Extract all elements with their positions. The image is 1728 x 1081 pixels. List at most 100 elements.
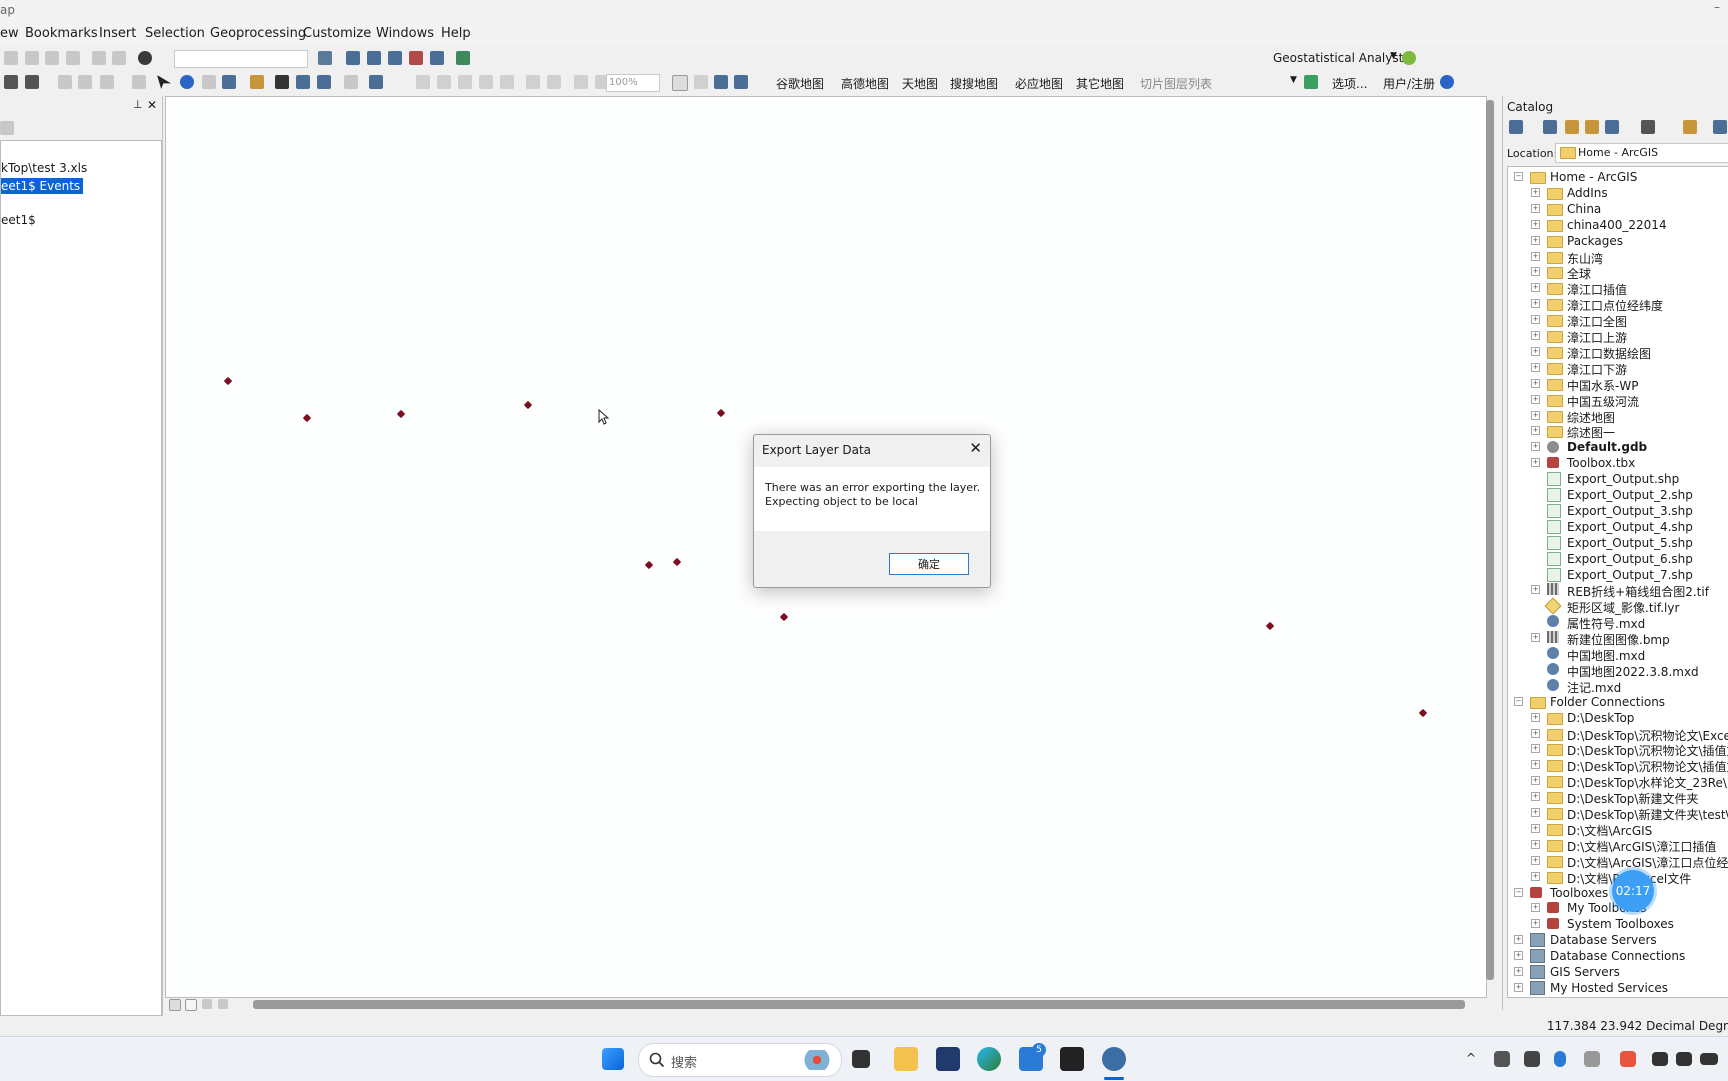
catalog-item[interactable]: +D:\DeskTop\沉积物论文\Excel文 [1508,726,1728,743]
catalog-item[interactable]: + GIS Servers [1508,964,1728,980]
expand-icon[interactable]: + [1531,871,1540,881]
editor-icon[interactable] [318,51,332,65]
bing-map-menu[interactable]: 必应地图 [1015,75,1063,92]
layout-view-icon[interactable] [185,999,197,1011]
map-point[interactable] [523,400,533,410]
catalog-item[interactable]: + 中国五级河流 [1508,392,1728,409]
catalog-item[interactable]: 中国地图2022.3.8.mxd [1508,662,1728,679]
expand-icon[interactable]: + [1531,903,1540,913]
catalog-item[interactable]: + Default.gdb [1508,439,1728,455]
catalog-item[interactable]: Export_Output_7.shp [1508,567,1728,583]
app-icon[interactable] [936,1047,960,1071]
expand-icon[interactable]: + [1531,187,1540,197]
minimize-button[interactable]: – [1714,0,1720,14]
gaode-map-menu[interactable]: 高德地图 [841,75,889,92]
catalog-item[interactable]: + D:\文档\ArcGIS\漳江口插值 [1508,837,1728,854]
zoom-100-icon[interactable] [500,75,514,89]
table-icon[interactable] [346,51,360,65]
home-icon[interactable] [1585,120,1599,134]
catalog-item[interactable]: + D:\DeskTop\新建文件夹 [1508,789,1728,806]
select-features-icon[interactable] [100,75,114,89]
wifi-icon[interactable] [1652,1052,1668,1066]
layout-zoom-combo[interactable]: 100% [606,74,660,92]
expand-icon[interactable]: + [1531,346,1540,356]
catalog-item[interactable]: +D:\DeskTop\水样论文_23Re\Exc [1508,773,1728,790]
expand-icon[interactable]: + [1531,283,1540,293]
sync-icon[interactable] [1494,1051,1510,1067]
chevron-down-icon[interactable]: ▼ [1390,51,1397,61]
expand-icon[interactable]: + [1531,203,1540,213]
expand-icon[interactable]: + [1531,744,1540,754]
catalog-item[interactable]: + Database Servers [1508,932,1728,948]
other-map-menu[interactable]: 其它地图 [1076,75,1124,92]
expand-icon[interactable]: + [1514,982,1523,992]
menu-geoprocessing[interactable]: Geoprocessing [210,26,306,41]
pause-drawing-icon[interactable] [218,999,228,1009]
soso-map-menu[interactable]: 搜搜地图 [950,75,998,92]
menu-help[interactable]: Help [441,26,471,41]
expand-icon[interactable]: + [1531,633,1540,643]
toc-item-source[interactable]: kTop\test 3.xls [1,161,87,175]
fixed-zoom-out-icon[interactable] [547,75,561,89]
geostatistical-analyst-menu[interactable]: Geostatistical Analyst [1273,51,1403,65]
map-point[interactable] [302,413,312,423]
change-layout-icon[interactable] [714,75,728,89]
create-viewer-icon[interactable] [369,75,383,89]
catalog-item[interactable]: + Database Connections [1508,948,1728,964]
arctoolbox-icon[interactable] [409,51,423,65]
edge-icon[interactable] [977,1047,1001,1071]
map-horizontal-scrollbar[interactable] [253,1000,1465,1009]
forward-icon[interactable] [1543,120,1557,134]
map-point[interactable] [644,560,654,570]
redo-icon[interactable] [112,51,126,65]
battery-icon[interactable] [1700,1053,1718,1065]
ok-button[interactable]: 确定 [889,553,969,575]
catalog-item[interactable]: 矩形区域_影像.tif.lyr [1508,597,1728,615]
microphone-icon[interactable] [1554,1051,1566,1067]
catalog-item[interactable]: + D:\DeskTop\新建文件夹\test\v1 [1508,805,1728,822]
expand-icon[interactable]: + [1531,315,1540,325]
catalog-item[interactable]: Export_Output_6.shp [1508,551,1728,567]
catalog-item[interactable]: + D:\文档\ArcGIS\漳江口点位经纬 [1508,853,1728,870]
task-view-icon[interactable] [852,1050,870,1068]
time-slider-icon[interactable] [344,75,358,89]
catalog-window-icon[interactable] [367,51,381,65]
catalog-item[interactable]: 注记.mxd [1508,678,1728,695]
tile-layer-list[interactable]: 切片图层列表 [1140,75,1212,92]
catalog-item[interactable]: − Home - ArcGIS [1508,169,1728,185]
expand-icon[interactable]: + [1531,792,1540,802]
expand-icon[interactable]: + [1514,951,1523,961]
dialog-close-button[interactable]: ✕ [969,439,982,457]
undo-icon[interactable] [92,51,106,65]
catalog-item[interactable]: + D:\DeskTop\沉积物论文\插值文 [1508,741,1728,758]
map-point[interactable] [1265,621,1275,631]
close-icon[interactable]: ✕ [147,98,157,112]
chevron-down-icon[interactable]: ▼ [1290,75,1297,85]
catalog-item[interactable]: + AddIns [1508,185,1728,201]
expand-icon[interactable]: + [1531,760,1540,770]
previous-extent-icon[interactable] [574,75,588,89]
terminal-icon[interactable] [1060,1047,1084,1071]
back-extent-icon[interactable] [58,75,72,89]
measure-icon[interactable] [250,75,264,89]
copy-icon[interactable] [25,51,39,65]
map-point[interactable] [1418,708,1428,718]
catalog-item[interactable]: + System Toolboxes [1508,916,1728,932]
expand-icon[interactable]: + [1514,967,1523,976]
expand-icon[interactable]: + [1531,728,1540,738]
html-popup-icon[interactable] [222,75,236,89]
expand-icon[interactable]: + [1531,378,1540,388]
catalog-item[interactable]: + 漳江口上游 [1508,328,1728,345]
geostat-wizard-icon[interactable] [1402,51,1416,65]
zoom-in-layout-icon[interactable] [416,75,430,89]
go-to-xy-icon[interactable] [317,75,331,89]
expand-icon[interactable]: + [1531,251,1540,261]
taskbar-search[interactable]: 搜索 [638,1043,842,1077]
catalog-item[interactable]: Export_Output.shp [1508,471,1728,487]
collapse-icon[interactable]: − [1514,172,1523,181]
add-data-icon[interactable] [138,51,152,65]
paste-icon[interactable] [45,51,59,65]
zoom-out-layout-icon[interactable] [437,75,451,89]
menu-view[interactable]: ew [0,26,19,41]
options-menu[interactable]: 选项... [1332,75,1367,92]
